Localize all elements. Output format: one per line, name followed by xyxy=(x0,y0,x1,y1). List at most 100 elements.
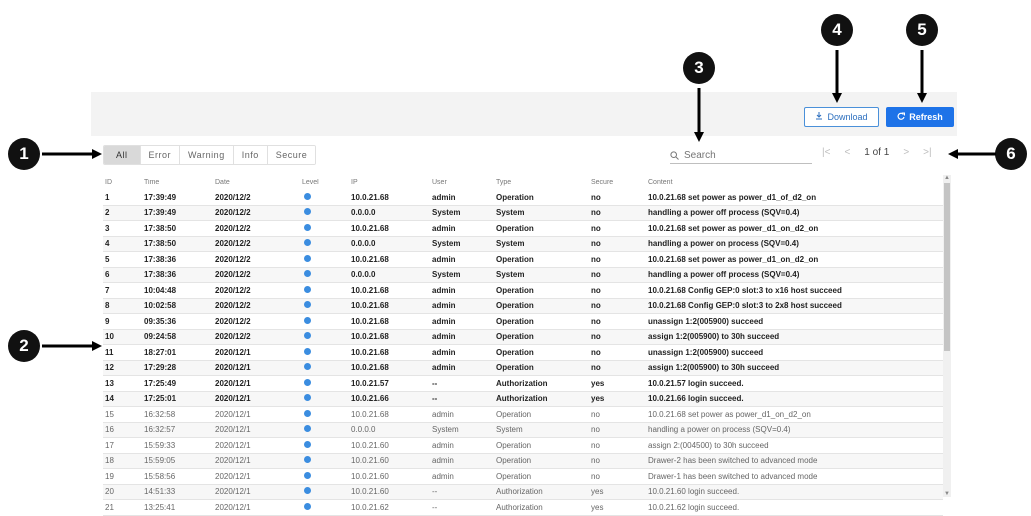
cell-secure: no xyxy=(591,440,600,450)
table-row[interactable]: 10 09:24:58 2020/12/2 10.0.21.68 admin Operat… xyxy=(103,329,943,345)
cell-content: unassign 1:2(005900) succeed xyxy=(648,316,764,326)
cell-level xyxy=(302,363,351,372)
cell-ip: 10.0.21.62 xyxy=(351,502,389,512)
scroll-down-icon[interactable]: ▼ xyxy=(943,491,951,497)
table-row[interactable]: 6 17:38:36 2020/12/2 0.0.0.0 System System no h… xyxy=(103,267,943,283)
cell-content: 10.0.21.60 login succeed. xyxy=(648,487,740,497)
cell-user: -- xyxy=(432,378,438,388)
cell-secure: no xyxy=(591,301,601,311)
first-page-button[interactable]: |< xyxy=(822,147,830,158)
cell-date: 2020/12/2 xyxy=(215,316,251,326)
last-page-button[interactable]: >| xyxy=(923,147,931,158)
cell-level xyxy=(302,378,351,388)
scrollbar-thumb[interactable] xyxy=(944,183,950,351)
cell-type: Authorization xyxy=(496,394,548,404)
table-scrollbar[interactable]: ▲ ▼ xyxy=(943,175,951,497)
filter-tab-error[interactable]: Error xyxy=(140,146,181,164)
column-header-content[interactable]: Content xyxy=(648,179,938,186)
filter-tab-warning[interactable]: Warning xyxy=(180,146,234,164)
cell-content: 10.0.21.68 Config GEP:0 slot:3 to x16 ho… xyxy=(648,285,842,295)
refresh-button[interactable]: Refresh xyxy=(886,107,954,127)
cell-content: 10.0.21.68 set power as power_d1_on_d2_o… xyxy=(648,409,811,419)
search-input[interactable] xyxy=(684,150,804,161)
table-row[interactable]: 15 16:32:58 2020/12/1 10.0.21.68 admin Operat… xyxy=(103,407,943,423)
info-level-icon xyxy=(304,347,311,355)
table-row[interactable]: 1 17:39:49 2020/12/2 10.0.21.68 admin Operati… xyxy=(103,190,943,206)
table-row[interactable]: 18 15:59:05 2020/12/1 10.0.21.60 admin Operat… xyxy=(103,453,943,469)
cell-date: 2020/12/2 xyxy=(215,332,251,342)
filter-tab-secure[interactable]: Secure xyxy=(267,146,316,164)
cell-secure: no xyxy=(591,347,601,357)
download-button[interactable]: Download xyxy=(804,107,879,127)
cell-type: System xyxy=(496,270,525,280)
pagination: |< < 1 of 1 > >| xyxy=(822,147,932,158)
cell-time: 15:59:33 xyxy=(144,440,176,450)
scroll-up-icon[interactable]: ▲ xyxy=(943,175,951,181)
table-row[interactable]: 2 17:39:49 2020/12/2 0.0.0.0 System System no h… xyxy=(103,205,943,221)
table-row[interactable]: 3 17:38:50 2020/12/2 10.0.21.68 admin Operati… xyxy=(103,221,943,237)
cell-user: admin xyxy=(432,192,456,202)
cell-user: admin xyxy=(432,471,454,481)
cell-secure: no xyxy=(591,409,600,419)
column-header-level[interactable]: Level xyxy=(302,179,351,186)
cell-level xyxy=(302,440,351,450)
column-header-ip[interactable]: IP xyxy=(351,179,432,186)
table-row[interactable]: 12 17:29:28 2020/12/1 10.0.21.68 admin Operat… xyxy=(103,360,943,376)
cell-user: admin xyxy=(432,223,456,233)
cell-ip: 10.0.21.60 xyxy=(351,471,389,481)
cell-level xyxy=(302,425,351,434)
column-header-id[interactable]: ID xyxy=(103,179,144,186)
table-row[interactable]: 13 17:25:49 2020/12/1 10.0.21.57 -- Authoriza… xyxy=(103,376,943,392)
cell-id: 8 xyxy=(105,301,110,311)
table-row[interactable]: 17 15:59:33 2020/12/1 10.0.21.60 admin Operat… xyxy=(103,438,943,454)
column-header-type[interactable]: Type xyxy=(496,179,591,186)
column-header-user[interactable]: User xyxy=(432,179,496,186)
column-header-time[interactable]: Time xyxy=(144,179,215,186)
table-row[interactable]: 9 09:35:36 2020/12/2 10.0.21.68 admin Operati… xyxy=(103,314,943,330)
table-row[interactable]: 16 16:32:57 2020/12/1 0.0.0.0 System System no… xyxy=(103,422,943,438)
cell-user: -- xyxy=(432,394,438,404)
table-row[interactable]: 14 17:25:01 2020/12/1 10.0.21.66 -- Authoriza… xyxy=(103,391,943,407)
info-level-icon xyxy=(304,471,311,479)
cell-ip: 0.0.0.0 xyxy=(351,208,376,218)
cell-type: System xyxy=(496,208,525,218)
cell-level xyxy=(302,394,351,403)
info-level-icon xyxy=(304,363,311,371)
table-row[interactable]: 7 10:04:48 2020/12/2 10.0.21.68 admin Operati… xyxy=(103,283,943,299)
cell-date: 2020/12/2 xyxy=(215,301,251,311)
info-level-icon xyxy=(304,316,311,324)
info-level-icon xyxy=(304,301,311,309)
table-row[interactable]: 20 14:51:33 2020/12/1 10.0.21.60 -- Authoriza… xyxy=(103,484,943,500)
cell-secure: no xyxy=(591,254,601,264)
cell-date: 2020/12/1 xyxy=(215,409,251,419)
column-header-secure[interactable]: Secure xyxy=(591,179,648,186)
cell-ip: 10.0.21.68 xyxy=(351,192,389,202)
cell-user: admin xyxy=(432,363,456,373)
cell-type: Operation xyxy=(496,456,532,466)
info-level-icon xyxy=(304,378,311,386)
table-row[interactable]: 19 15:58:56 2020/12/1 10.0.21.60 admin Operat… xyxy=(103,469,943,485)
cell-time: 17:39:49 xyxy=(144,208,177,218)
table-row[interactable]: 11 18:27:01 2020/12/1 10.0.21.68 admin Operat… xyxy=(103,345,943,361)
cell-content: assign 2:(004500) to 30h succeed xyxy=(648,440,769,450)
table-row[interactable]: 8 10:02:58 2020/12/2 10.0.21.68 admin Operati… xyxy=(103,298,943,314)
cell-id: 9 xyxy=(105,316,110,326)
next-page-button[interactable]: > xyxy=(903,147,909,158)
callout-2: 2 xyxy=(8,330,40,362)
cell-type: Operation xyxy=(496,409,532,419)
cell-id: 20 xyxy=(105,487,114,497)
cell-content: 10.0.21.68 set power as power_d1_of_d2_o… xyxy=(648,192,817,202)
cell-time: 17:38:50 xyxy=(144,239,177,249)
cell-id: 5 xyxy=(105,254,110,264)
column-header-date[interactable]: Date xyxy=(215,179,302,186)
cell-time: 16:32:57 xyxy=(144,425,176,435)
cell-date: 2020/12/1 xyxy=(215,394,251,404)
cell-user: admin xyxy=(432,285,456,295)
info-level-icon xyxy=(304,223,311,231)
prev-page-button[interactable]: < xyxy=(844,147,850,158)
table-row[interactable]: 5 17:38:36 2020/12/2 10.0.21.68 admin Operati… xyxy=(103,252,943,268)
table-row[interactable]: 4 17:38:50 2020/12/2 0.0.0.0 System System no h… xyxy=(103,236,943,252)
table-row[interactable]: 21 13:25:41 2020/12/1 10.0.21.62 -- Authoriza… xyxy=(103,500,943,516)
filter-tab-all[interactable]: All xyxy=(104,146,141,164)
filter-tab-info[interactable]: Info xyxy=(233,146,268,164)
